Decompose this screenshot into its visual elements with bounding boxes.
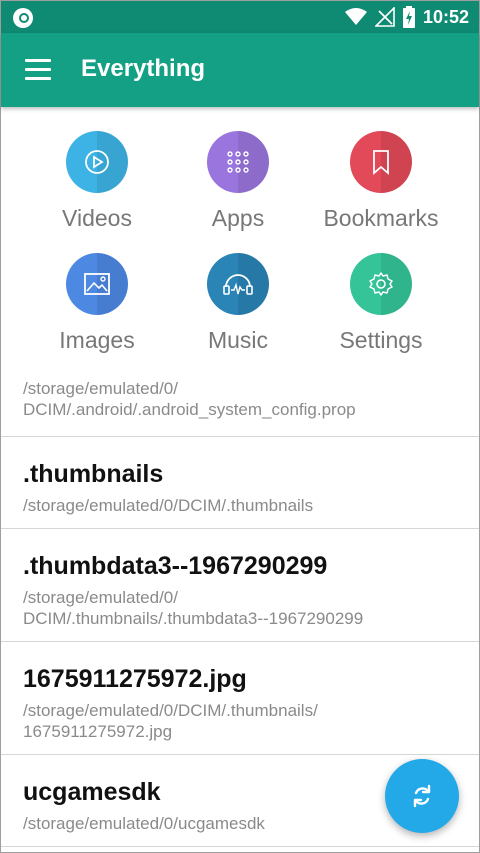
images-circle	[66, 253, 128, 315]
category-grid: Videos Apps Bookmarks Images Music Setti…	[1, 107, 479, 369]
category-bookmarks[interactable]: Bookmarks	[306, 131, 456, 232]
refresh-button[interactable]	[385, 759, 459, 833]
category-images[interactable]: Images	[22, 253, 172, 354]
notification-icon	[13, 8, 33, 28]
category-music[interactable]: Music	[163, 253, 313, 354]
category-settings[interactable]: Settings	[306, 253, 456, 354]
file-name: .thumbnails	[23, 460, 164, 488]
category-label: Videos	[62, 205, 132, 231]
wifi-icon	[344, 8, 367, 26]
category-label: Settings	[339, 327, 423, 353]
status-icons: 10:52	[344, 1, 469, 33]
category-videos[interactable]: Videos	[22, 131, 172, 232]
file-name: 1675911275972.jpg	[23, 665, 247, 693]
category-label: Music	[207, 327, 269, 353]
menu-icon[interactable]	[25, 59, 51, 81]
gear-icon	[369, 272, 393, 296]
refresh-icon	[413, 784, 431, 808]
settings-circle	[350, 253, 412, 315]
file-path: /storage/emulated/0/DCIM/.thumbnails	[23, 496, 314, 515]
category-label: Bookmarks	[323, 205, 439, 231]
apps-circle	[207, 131, 269, 193]
list-item[interactable]: .thumbdata3--1967290299 /storage/emulate…	[1, 529, 479, 642]
file-name: .thumbdata3--1967290299	[23, 552, 328, 580]
bookmarks-circle	[350, 131, 412, 193]
app-title: Everything	[81, 55, 206, 82]
list-item[interactable]: 1675911275972.jpg /storage/emulated/0/DC…	[1, 642, 479, 755]
play-icon	[85, 150, 109, 174]
category-label: Apps	[211, 205, 265, 231]
file-path: /storage/emulated/0/ DCIM/.thumbnails/.t…	[23, 588, 364, 628]
status-bar: 10:52	[1, 1, 479, 33]
list-item[interactable]: .thumbnails /storage/emulated/0/DCIM/.th…	[1, 437, 479, 529]
clock: 10:52	[422, 6, 469, 27]
category-label: Images	[59, 327, 135, 353]
category-apps[interactable]: Apps	[163, 131, 313, 232]
no-signal-icon	[374, 7, 395, 27]
app-bar: Everything	[1, 33, 479, 107]
videos-circle	[66, 131, 128, 193]
image-icon	[84, 273, 110, 295]
music-wave-icon	[223, 274, 253, 295]
music-circle	[207, 253, 269, 315]
battery-charging-icon	[402, 6, 415, 28]
bookmark-icon	[373, 150, 389, 175]
file-path: /storage/emulated/0/DCIM/.thumbnails/ 16…	[23, 701, 318, 741]
apps-grid-icon	[227, 151, 249, 173]
